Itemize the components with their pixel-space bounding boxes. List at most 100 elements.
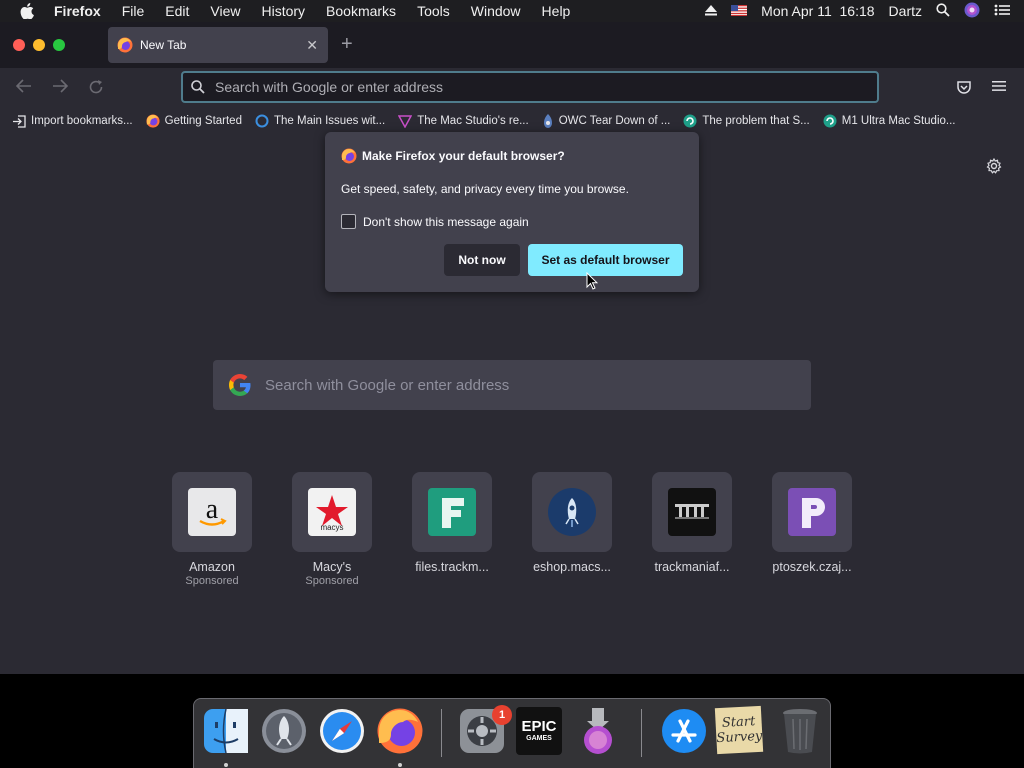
menubar-user[interactable]: Dartz [889, 3, 922, 19]
dont-show-again-checkbox[interactable] [341, 214, 356, 229]
launchpad-icon[interactable] [260, 707, 308, 755]
bookmark-label: Import bookmarks... [31, 115, 133, 127]
stickies-icon[interactable]: Start Survey [714, 705, 764, 755]
search-icon [191, 80, 205, 94]
owc-icon [542, 114, 554, 128]
bookmarks-toolbar: Import bookmarks... Getting Started The … [0, 108, 1024, 134]
firefox-icon [341, 148, 357, 164]
epic-games-icon[interactable]: EPIC GAMES [516, 707, 562, 755]
tile-label: ptoszek.czaj... [772, 560, 852, 574]
firefox-window: New Tab ✕ + Search with Google or enter … [0, 22, 1024, 674]
firefox-icon [117, 37, 133, 53]
swirl-icon [823, 114, 837, 128]
top-site-tile[interactable]: eshop.macs... [532, 472, 612, 574]
spotlight-search-icon[interactable] [936, 2, 950, 20]
tile-label: eshop.macs... [533, 560, 611, 574]
firefox-icon [146, 114, 160, 128]
sponsored-label: Sponsored [305, 575, 359, 587]
finder-icon[interactable] [202, 707, 250, 755]
mouse-pointer-icon [586, 271, 599, 295]
us-flag-icon[interactable] [731, 3, 748, 19]
hamburger-menu-icon[interactable] [992, 79, 1006, 97]
apple-menu-icon[interactable] [20, 3, 36, 19]
triangle-icon [398, 114, 413, 128]
tile-label: Macy's [312, 560, 352, 574]
epic-logo-text: EPIC [521, 718, 557, 735]
bookmark-the-problem[interactable]: The problem that S... [683, 114, 810, 128]
prompt-title-row: Make Firefox your default browser? [341, 148, 565, 164]
svg-text:macys: macys [320, 523, 343, 532]
import-icon [12, 114, 26, 128]
new-tab-page: Search with Google or enter address a Am… [0, 132, 1024, 674]
bookmark-m1-ultra[interactable]: M1 Ultra Mac Studio... [823, 114, 956, 128]
tile-box [412, 472, 492, 552]
bookmark-import[interactable]: Import bookmarks... [12, 114, 133, 128]
dock-separator [641, 709, 642, 757]
eject-icon[interactable] [705, 3, 718, 19]
navigation-toolbar: Search with Google or enter address [0, 68, 1024, 108]
tile-box [652, 472, 732, 552]
minimize-window-button[interactable] [33, 39, 45, 51]
running-indicator [224, 763, 228, 767]
top-site-tile[interactable]: files.trackm... [412, 472, 492, 574]
address-bar[interactable]: Search with Google or enter address [181, 71, 879, 103]
tile-label: Amazon [189, 560, 235, 574]
menu-help[interactable]: Help [542, 3, 571, 19]
bookmark-label: The problem that S... [702, 115, 810, 127]
new-tab-button[interactable]: + [341, 34, 353, 54]
content-search-box[interactable]: Search with Google or enter address [213, 360, 811, 410]
bookmark-main-issues[interactable]: The Main Issues wit... [255, 114, 385, 128]
tab-bar: New Tab ✕ + [0, 22, 1024, 68]
installer-icon[interactable] [574, 707, 622, 755]
close-window-button[interactable] [13, 39, 25, 51]
app-store-icon[interactable] [660, 707, 708, 755]
menubar-clock[interactable]: Mon Apr 11 16:18 [761, 3, 874, 19]
top-site-tile[interactable]: a Amazon Sponsored [172, 472, 252, 587]
pocket-icon[interactable] [956, 79, 972, 100]
menu-history[interactable]: History [261, 3, 305, 19]
gear-icon[interactable] [986, 157, 1002, 179]
f-letter-icon [428, 488, 476, 536]
safari-icon[interactable] [318, 707, 366, 755]
menu-tools[interactable]: Tools [417, 3, 450, 19]
not-now-button[interactable]: Not now [444, 244, 520, 276]
google-icon [228, 373, 252, 397]
trash-icon[interactable] [776, 707, 824, 755]
back-arrow-icon[interactable] [15, 79, 32, 98]
bookmark-getting-started[interactable]: Getting Started [146, 114, 242, 128]
zoom-window-button[interactable] [53, 39, 65, 51]
control-center-icon[interactable] [994, 3, 1010, 19]
menu-window[interactable]: Window [471, 3, 521, 19]
close-tab-icon[interactable]: ✕ [306, 37, 318, 54]
tile-box: a [172, 472, 252, 552]
menu-file[interactable]: File [122, 3, 145, 19]
bookmark-label: OWC Tear Down of ... [558, 115, 671, 127]
menu-edit[interactable]: Edit [165, 3, 189, 19]
prompt-description: Get speed, safety, and privacy every tim… [341, 182, 629, 196]
top-site-tile[interactable]: trackmaniaf... [652, 472, 732, 574]
amazon-icon: a [188, 488, 236, 536]
epic-logo-subtext: GAMES [526, 735, 552, 742]
bookmark-owc-tear-down[interactable]: OWC Tear Down of ... [542, 114, 671, 128]
top-site-tile[interactable]: macys Macy's Sponsored [292, 472, 372, 587]
default-browser-prompt: Make Firefox your default browser? Get s… [325, 132, 699, 292]
menu-view[interactable]: View [210, 3, 240, 19]
tile-label: trackmaniaf... [654, 560, 730, 574]
reload-icon[interactable] [88, 79, 104, 100]
firefox-icon[interactable] [376, 707, 424, 755]
top-site-tile[interactable]: ptoszek.czaj... [772, 472, 852, 574]
menu-app-firefox[interactable]: Firefox [54, 3, 101, 19]
macos-menu-bar: Firefox File Edit View History Bookmarks… [0, 0, 1024, 22]
siri-icon[interactable] [964, 2, 980, 21]
tab-new-tab[interactable]: New Tab ✕ [108, 27, 328, 63]
menu-bookmarks[interactable]: Bookmarks [326, 3, 396, 19]
bookmark-mac-studio-review[interactable]: The Mac Studio's re... [398, 114, 529, 128]
tile-label: files.trackm... [415, 560, 489, 574]
dont-show-again-label[interactable]: Don't show this message again [363, 215, 529, 229]
stickies-note-text: Start Survey [716, 714, 763, 747]
tile-box [772, 472, 852, 552]
dont-show-again-row[interactable]: Don't show this message again [341, 214, 529, 229]
forward-arrow-icon[interactable] [52, 79, 69, 98]
set-default-browser-button[interactable]: Set as default browser [528, 244, 683, 276]
tile-box [532, 472, 612, 552]
